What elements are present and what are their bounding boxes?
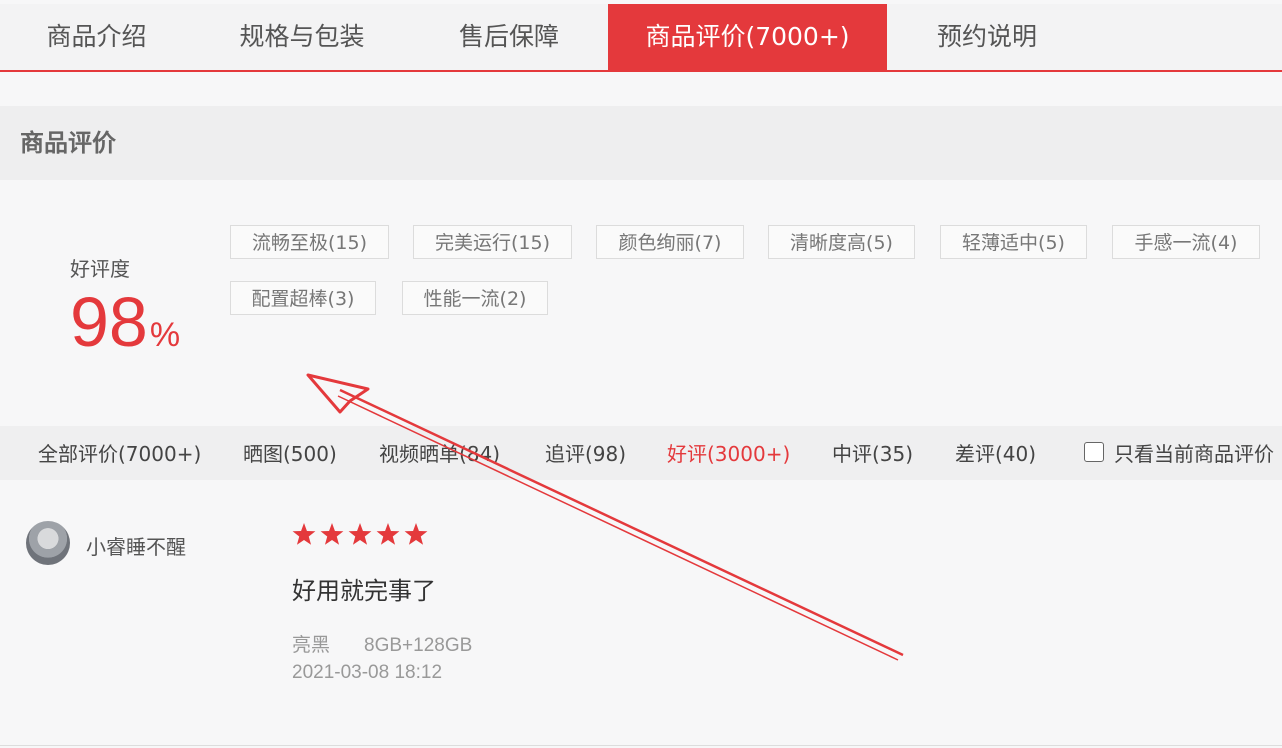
star-icon — [404, 523, 428, 545]
spec-config: 8GB+128GB — [364, 635, 473, 656]
review-tag[interactable]: 手感一流(4) — [1112, 225, 1260, 259]
tab-specs-packaging[interactable]: 规格与包装 — [193, 4, 411, 70]
only-current-checkbox[interactable] — [1084, 442, 1104, 462]
filter-with-video[interactable]: 视频晒单(84) — [379, 426, 500, 482]
divider — [0, 745, 1282, 746]
filter-neutral[interactable]: 中评(35) — [832, 426, 913, 482]
filter-all[interactable]: 全部评价(7000+) — [38, 426, 201, 482]
tab-product-reviews[interactable]: 商品评价(7000+) — [608, 4, 887, 70]
tab-after-sales[interactable]: 售后保障 — [411, 4, 607, 70]
review-tag[interactable]: 颜色绚丽(7) — [596, 225, 744, 259]
star-icon — [348, 523, 372, 545]
review-tag[interactable]: 性能一流(2) — [402, 281, 548, 315]
filter-negative[interactable]: 差评(40) — [955, 426, 1036, 482]
product-tab-bar: 商品介绍 规格与包装 售后保障 商品评价(7000+) 预约说明 — [0, 4, 1282, 72]
filter-positive[interactable]: 好评(3000+) — [667, 426, 790, 482]
review-tag[interactable]: 清晰度高(5) — [768, 225, 915, 259]
positive-rate-unit: % — [149, 316, 181, 354]
positive-rate-label: 好评度 — [70, 257, 130, 281]
tab-product-intro[interactable]: 商品介绍 — [0, 4, 193, 70]
review-tag[interactable]: 轻薄适中(5) — [940, 225, 1087, 259]
star-icon — [320, 523, 344, 545]
review-tag[interactable]: 流畅至极(15) — [230, 225, 389, 259]
star-icon — [376, 523, 400, 545]
review-filter-bar: 全部评价(7000+) 晒图(500) 视频晒单(84) 追评(98) 好评(3… — [0, 426, 1282, 480]
filter-follow-up[interactable]: 追评(98) — [545, 426, 626, 482]
purchased-spec: 亮黑 8GB+128GB — [292, 630, 472, 657]
review-content: 好用就完事了 — [292, 577, 436, 605]
star-icon — [292, 523, 316, 545]
review-tag[interactable]: 配置超棒(3) — [230, 281, 376, 315]
avatar[interactable] — [26, 521, 70, 565]
filter-with-photos[interactable]: 晒图(500) — [243, 426, 337, 482]
reviews-section-header: 商品评价 — [0, 106, 1282, 180]
positive-rate-number: 98 — [70, 283, 148, 361]
positive-rate-value: 98% — [70, 282, 180, 375]
review-tag[interactable]: 完美运行(15) — [413, 225, 572, 259]
review-timestamp: 2021-03-08 18:12 — [292, 662, 443, 683]
star-rating — [292, 523, 428, 545]
tab-reservation-info[interactable]: 预约说明 — [887, 4, 1087, 70]
spec-color: 亮黑 — [292, 635, 331, 656]
reviewer-name: 小睿睡不醒 — [86, 535, 186, 559]
section-title: 商品评价 — [20, 129, 116, 157]
only-current-label: 只看当前商品评价 — [1114, 442, 1274, 466]
